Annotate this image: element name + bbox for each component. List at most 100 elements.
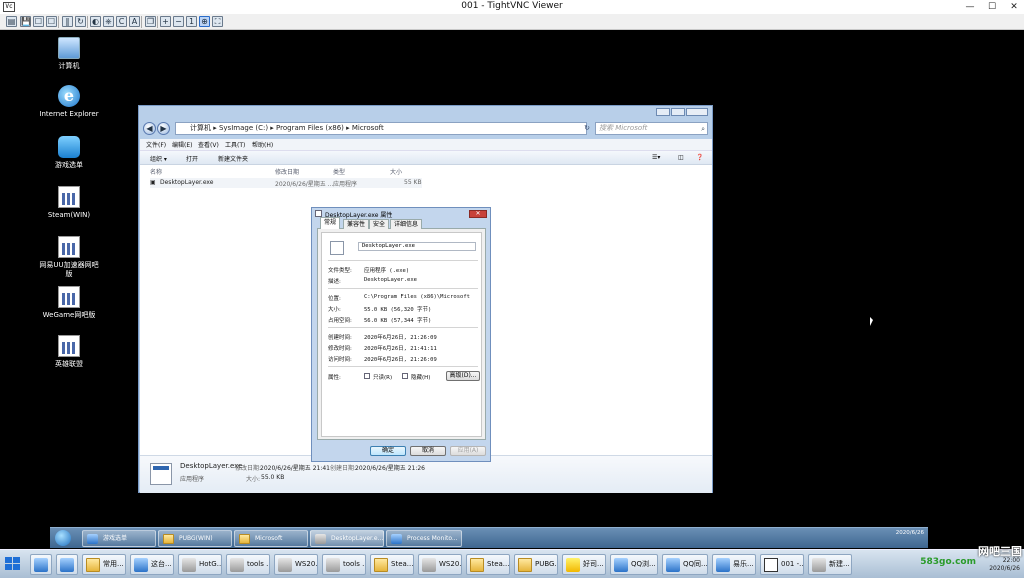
breadcrumb[interactable]: 计算机 ▸ SysImage (C:) ▸ Program Files (x86… [175,122,587,135]
zoom-out-icon[interactable]: − [173,16,184,27]
remote-task-pubg[interactable]: PUBG(WIN) [158,530,232,547]
properties-close-button[interactable]: ✕ [469,210,487,218]
search-input[interactable]: 搜索 Microsoft ⌕ [595,122,708,135]
local-task[interactable]: 常用... [82,554,126,575]
file-row[interactable]: ▣ DesktopLayer.exe 2020/6/26/星期五 ... 应用程… [150,178,422,188]
close-button[interactable]: ✕ [1004,0,1024,14]
zoom-100-icon[interactable]: 1 [186,16,197,27]
vnc-toolbar: ▤ 💾 ☐ ☐ ‖ ↻ ◐ ⎈ C A ❐ + − 1 ⊕ ⛶ [0,14,1024,30]
apply-button[interactable]: 应用(A) [450,446,486,456]
send-ctrl-alt-del-icon[interactable]: ⎈ [103,16,114,27]
local-task-label: QQ同... [683,560,708,568]
description-label: 描述: [328,279,341,285]
new-folder-button[interactable]: 新建文件夹 [218,154,248,163]
remote-task-microsoft[interactable]: Microsoft [234,530,308,547]
alt-key-icon[interactable]: A [129,16,140,27]
zoom-fit-icon[interactable]: ⊕ [199,16,210,27]
local-task[interactable]: 新建... [808,554,852,575]
ctrl-key-icon[interactable]: C [116,16,127,27]
forward-button[interactable]: ▶ [157,122,170,135]
view-options-icon[interactable]: ☰▾ [652,154,660,161]
tab-security[interactable]: 安全 [369,219,390,229]
save-session-icon[interactable]: 💾 [20,16,31,27]
desktop-icon-computer[interactable]: 计算机 [39,37,99,71]
remote-task-process-monitor[interactable]: Process Monito... [386,530,462,547]
ok-button[interactable]: 确定 [370,446,406,456]
help-icon[interactable]: ❓ [696,154,703,161]
remote-taskbar: 游戏选单 PUBG(WIN) Microsoft DesktopLayer.e.… [50,527,928,548]
cancel-button[interactable]: 取消 [410,446,446,456]
menu-view[interactable]: 查看(V) [198,140,219,149]
back-button[interactable]: ◀ [143,122,156,135]
fullscreen-icon[interactable]: ⛶ [212,16,223,27]
zoom-in-icon[interactable]: + [160,16,171,27]
local-task-label: Stea... [487,560,510,568]
refresh-icon[interactable]: ↻ [75,16,86,27]
tab-compatibility[interactable]: 兼容性 [343,219,370,229]
remote-clock[interactable]: 2020/6/26 [896,529,924,537]
menu-help[interactable]: 帮助(H) [252,140,273,149]
info-icon[interactable]: ☐ [46,16,57,27]
local-task[interactable]: QQ同... [662,554,708,575]
local-task[interactable]: WS20... [418,554,462,575]
desktop-icon-uu[interactable]: 网易UU加速器网吧版 [39,236,99,279]
remote-task-desktoplayer[interactable]: DesktopLayer.e... [310,530,384,547]
local-task[interactable]: 好司... [562,554,606,575]
local-task[interactable]: Stea... [370,554,414,575]
preview-pane-icon[interactable]: ◫ [678,154,684,161]
local-task[interactable]: QQ浏... [610,554,658,575]
new-connection-icon[interactable]: ▤ [6,16,17,27]
advanced-button[interactable]: 高级(D)... [446,371,480,381]
desktop-icon-steam[interactable]: Steam(WIN) [39,186,99,220]
pause-icon[interactable]: ‖ [62,16,73,27]
options-icon[interactable]: ☐ [33,16,44,27]
readonly-checkbox[interactable] [364,373,370,379]
column-size[interactable]: 大小 [390,167,402,176]
local-task[interactable]: Stea... [466,554,510,575]
hidden-label[interactable]: 隐藏(H) [411,373,430,381]
transfer-files-icon[interactable]: ❐ [145,16,156,27]
desktop-icon-ie[interactable]: e Internet Explorer [39,85,99,119]
refresh-icon[interactable]: ↻ [581,122,593,135]
general-tab-panel: DesktopLayer.exe 文件类型: 应用程序 (.exe) 描述: D… [321,232,482,437]
explorer-minimize-button[interactable] [656,108,670,116]
local-task-app[interactable] [56,554,78,575]
maximize-button[interactable]: ☐ [982,0,1002,14]
column-modified[interactable]: 修改日期 [275,167,299,176]
desktop-icon-lol[interactable]: 英雄联盟 [39,335,99,369]
local-clock[interactable]: 22:00 2020/6/26 [989,557,1020,573]
readonly-label[interactable]: 只读(R) [373,373,392,381]
column-type[interactable]: 类型 [333,167,345,176]
desktop-icon-game-menu[interactable]: 游戏选单 [39,136,99,170]
view-only-icon[interactable]: ◐ [90,16,101,27]
local-task[interactable]: 易乐... [712,554,756,575]
local-task[interactable]: 这台... [130,554,174,575]
menu-tools[interactable]: 工具(T) [225,140,245,149]
remote-start-button[interactable] [50,528,78,549]
properties-dialog[interactable]: DesktopLayer.exe 属性 ✕ 常规 兼容性 安全 详细信息 Des… [311,207,491,462]
hidden-checkbox[interactable] [402,373,408,379]
local-start-button[interactable] [3,554,23,574]
local-task[interactable]: PUBG... [514,554,558,575]
menu-file[interactable]: 文件(F) [146,140,166,149]
explorer-close-button[interactable] [686,108,708,116]
local-task[interactable]: HotG... [178,554,222,575]
organize-button[interactable]: 组织 ▾ [150,154,167,163]
local-task[interactable]: tools ... [322,554,366,575]
remote-task-game-menu[interactable]: 游戏选单 [82,530,156,547]
menu-edit[interactable]: 编辑(E) [172,140,192,149]
breadcrumb-path: 计算机 ▸ SysImage (C:) ▸ Program Files (x86… [190,124,384,132]
filename-field[interactable]: DesktopLayer.exe [358,242,476,251]
remote-desktop[interactable]: 计算机 e Internet Explorer 游戏选单 Steam(WIN) … [0,30,1024,578]
tab-details[interactable]: 详细信息 [390,219,423,229]
minimize-button[interactable]: — [960,0,980,14]
local-task[interactable]: tools ... [226,554,270,575]
desktop-icon-wegame[interactable]: WeGame网吧版 [39,286,99,320]
column-name[interactable]: 名称 [150,167,162,176]
local-task[interactable]: WS20... [274,554,318,575]
open-button[interactable]: 打开 [186,154,198,163]
tab-general[interactable]: 常规 [320,217,341,229]
local-task-app[interactable] [30,554,52,575]
explorer-maximize-button[interactable] [671,108,685,116]
local-task-vnc[interactable]: 001 -... [760,554,804,575]
